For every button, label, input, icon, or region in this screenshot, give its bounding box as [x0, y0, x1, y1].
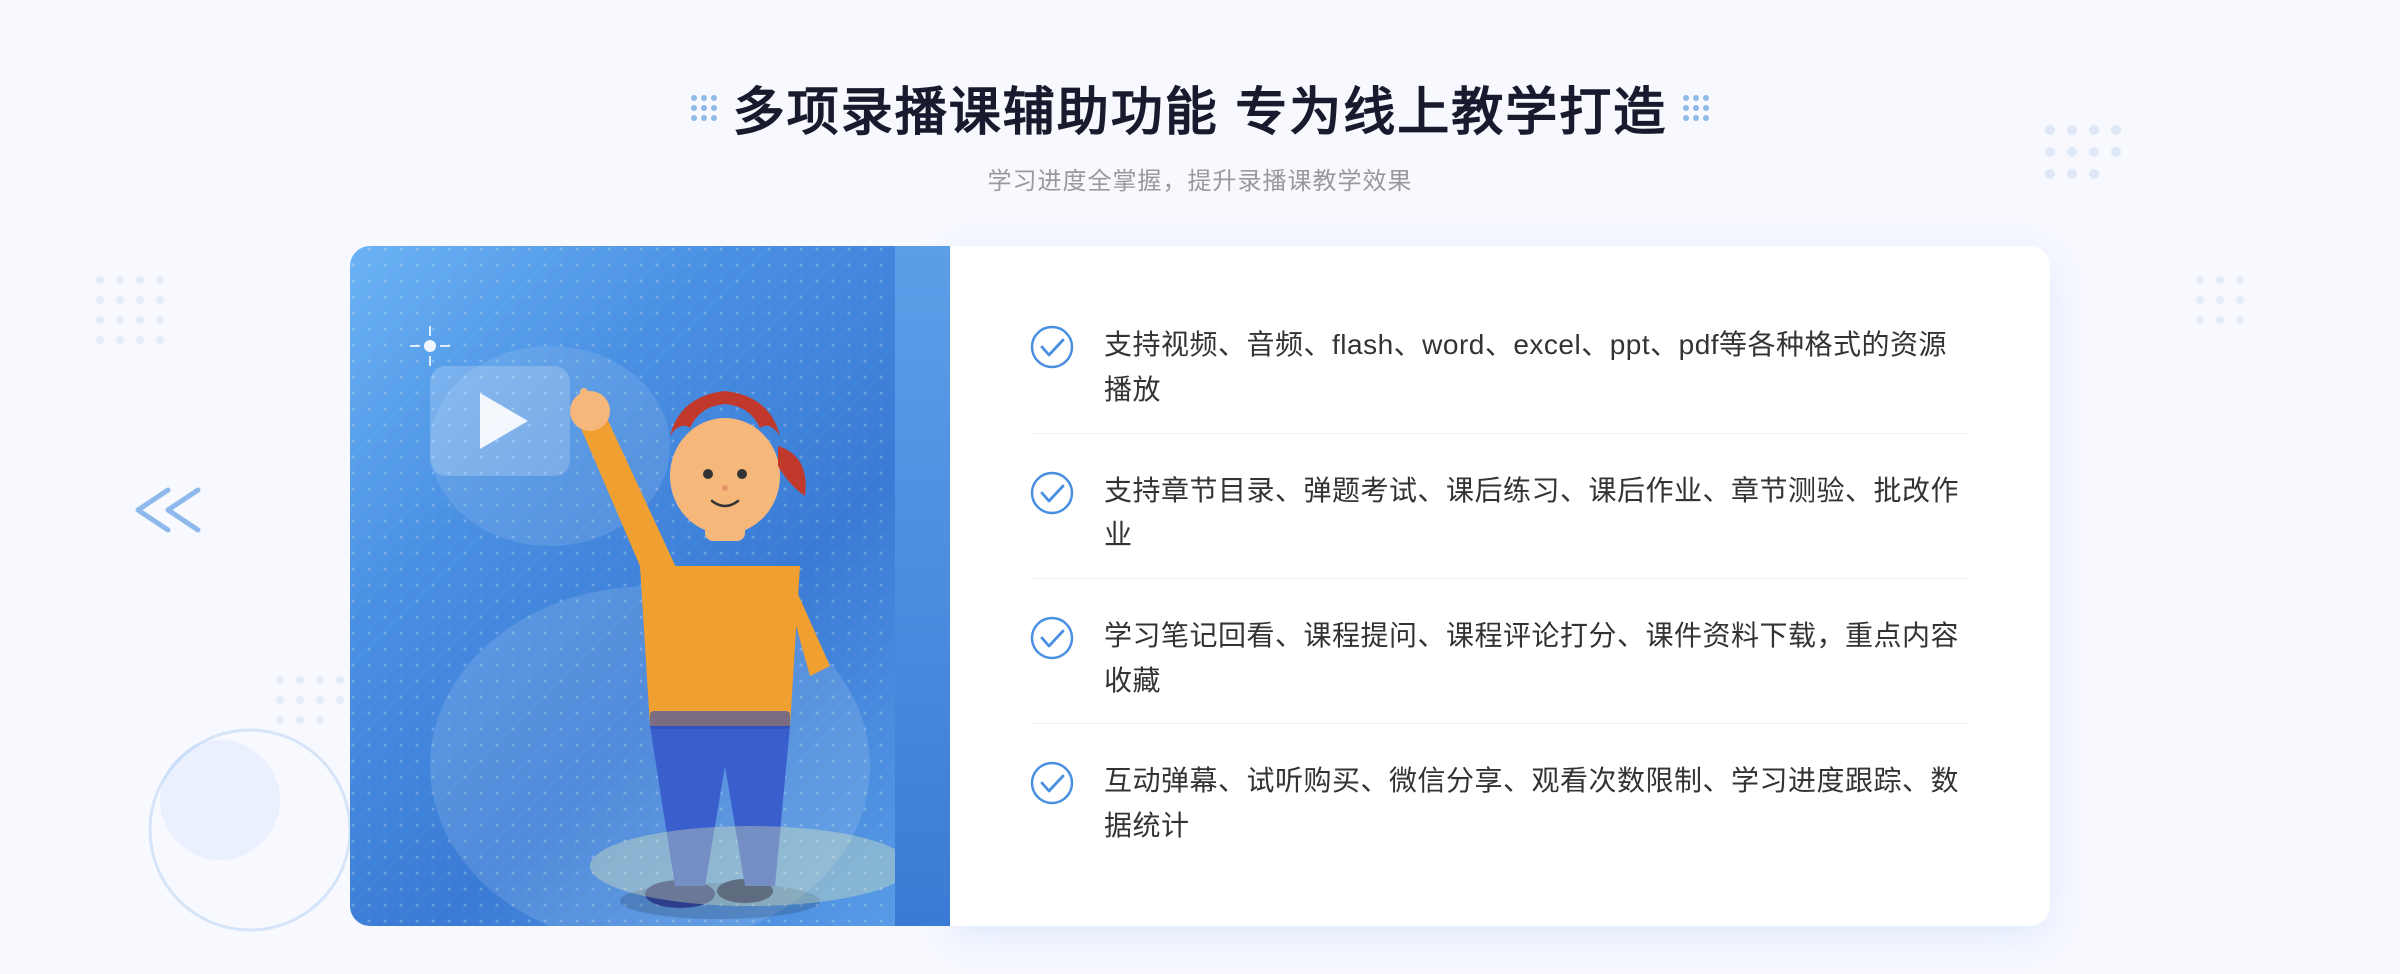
page-title: 多项录播课辅助功能 专为线上教学打造: [691, 70, 1709, 145]
features-panel: 支持视频、音频、flash、word、excel、ppt、pdf等各种格式的资源…: [950, 246, 2050, 926]
sparkle-icon: [410, 326, 490, 406]
feature-text-1: 支持视频、音频、flash、word、excel、ppt、pdf等各种格式的资源…: [1104, 323, 1970, 413]
check-icon-4: [1030, 761, 1074, 805]
feature-item-4: 互动弹幕、试听购买、微信分享、观看次数限制、学习进度跟踪、数据统计: [1030, 739, 1970, 869]
title-icon-right: [1683, 95, 1709, 121]
left-illustration-panel: [350, 246, 950, 926]
feature-item-3: 学习笔记回看、课程提问、课程评论打分、课件资料下载，重点内容收藏: [1030, 594, 1970, 725]
page-subtitle: 学习进度全掌握，提升录播课教学效果: [691, 161, 1709, 196]
page-wrapper: 多项录播课辅助功能 专为线上教学打造 学习进度全掌握，提升录播课教学效果: [0, 0, 2400, 974]
feature-text-3: 学习笔记回看、课程提问、课程评论打分、课件资料下载，重点内容收藏: [1104, 614, 1970, 704]
check-icon-3: [1030, 616, 1074, 660]
person-illustration: [550, 346, 930, 926]
title-text: 多项录播课辅助功能 专为线上教学打造: [733, 70, 1667, 145]
title-icon-left: [691, 95, 717, 121]
check-icon-2: [1030, 471, 1074, 515]
check-icon-1: [1030, 325, 1074, 369]
feature-text-4: 互动弹幕、试听购买、微信分享、观看次数限制、学习进度跟踪、数据统计: [1104, 759, 1970, 849]
header-section: 多项录播课辅助功能 专为线上教学打造 学习进度全掌握，提升录播课教学效果: [691, 70, 1709, 196]
feature-text-2: 支持章节目录、弹题考试、课后练习、课后作业、章节测验、批改作业: [1104, 469, 1970, 559]
feature-item-1: 支持视频、音频、flash、word、excel、ppt、pdf等各种格式的资源…: [1030, 303, 1970, 434]
panel-accent-bar: [895, 246, 950, 926]
main-content: 支持视频、音频、flash、word、excel、ppt、pdf等各种格式的资源…: [350, 246, 2050, 926]
feature-item-2: 支持章节目录、弹题考试、课后练习、课后作业、章节测验、批改作业: [1030, 449, 1970, 580]
